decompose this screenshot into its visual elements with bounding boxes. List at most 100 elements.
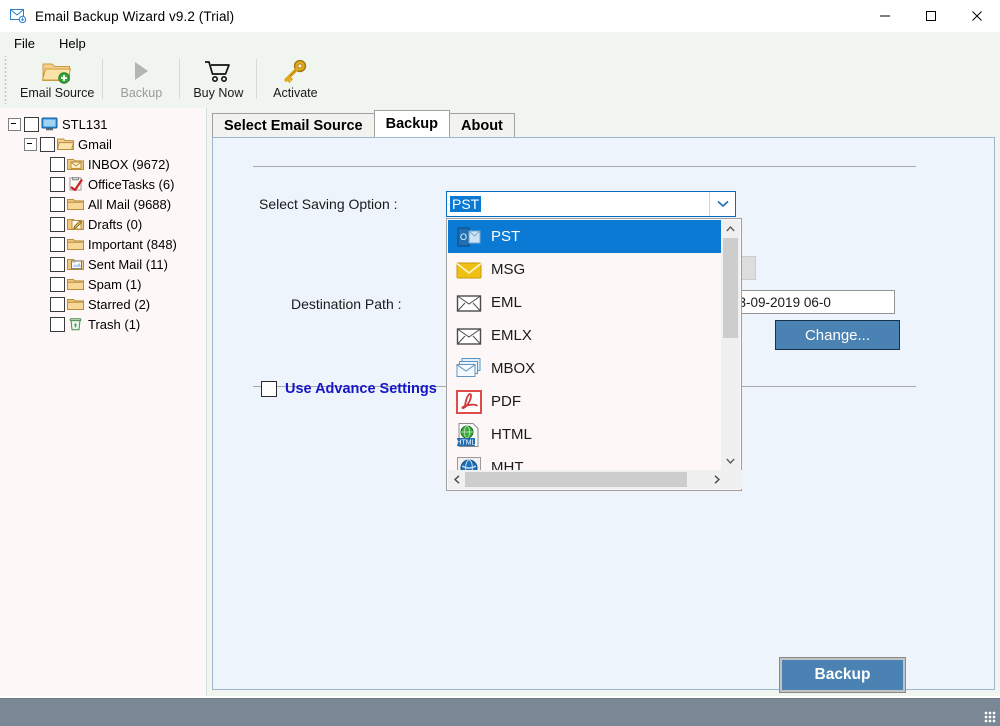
tree-item-label: Important (848) <box>88 237 177 252</box>
tree-item-important[interactable]: Important (848) <box>6 234 206 254</box>
tree-item-label: Sent Mail (11) <box>88 257 168 272</box>
tree-item-label: Drafts (0) <box>88 217 142 232</box>
dropdown-item-mht[interactable]: MHT <box>448 451 722 470</box>
open-folder-icon <box>57 137 74 151</box>
resize-grip-icon[interactable] <box>984 711 996 723</box>
dropdown-item-pst[interactable]: O PST <box>448 220 722 253</box>
toolbar-buy-now-label: Buy Now <box>193 86 243 100</box>
dropdown-item-msg[interactable]: MSG <box>448 253 722 286</box>
scrollbar-thumb-horizontal[interactable] <box>465 472 687 487</box>
tree-item-label: Starred (2) <box>88 297 150 312</box>
mht-globe-icon <box>456 455 482 471</box>
dropdown-item-mbox[interactable]: MBOX <box>448 352 722 385</box>
tree-item-inbox[interactable]: INBOX (9672) <box>6 154 206 174</box>
tree-checkbox[interactable] <box>50 277 65 292</box>
use-advance-settings-row[interactable]: Use Advance Settings <box>261 381 437 397</box>
toolbar-backup[interactable]: Backup <box>103 54 179 106</box>
minimize-button[interactable] <box>862 0 908 32</box>
scroll-down-icon[interactable] <box>721 452 740 470</box>
pst-outlook-icon: O <box>456 224 482 250</box>
menu-help[interactable]: Help <box>49 34 96 53</box>
dropdown-item-pdf[interactable]: PDF <box>448 385 722 418</box>
shopping-cart-icon <box>204 58 232 84</box>
toolbar-backup-label: Backup <box>120 86 162 100</box>
tree-checkbox[interactable] <box>50 257 65 272</box>
scroll-right-icon[interactable] <box>708 470 725 489</box>
maximize-button[interactable] <box>908 0 954 32</box>
tree-item-all-mail[interactable]: All Mail (9688) <box>6 194 206 214</box>
tree-checkbox[interactable] <box>50 237 65 252</box>
toolbar-email-source-label: Email Source <box>20 86 94 100</box>
tree-item-label: OfficeTasks (6) <box>88 177 174 192</box>
dropdown-item-label: EML <box>491 294 522 311</box>
dropdown-item-emlx[interactable]: EMLX <box>448 319 722 352</box>
content-area: Select Email Source Backup About Select … <box>207 108 1000 696</box>
tree-item-trash[interactable]: Trash (1) <box>6 314 206 334</box>
tree-item-label: Trash (1) <box>88 317 140 332</box>
use-advance-settings-checkbox[interactable] <box>261 381 277 397</box>
tree-item-sent-mail[interactable]: Sent Mail (11) <box>6 254 206 274</box>
change-destination-button[interactable]: Change... <box>775 320 900 350</box>
backup-settings-panel: Select Saving Option : PST Destination P… <box>212 137 995 690</box>
tree-item-label: STL131 <box>62 117 108 132</box>
html-globe-icon: HTML <box>456 422 482 448</box>
tree-checkbox[interactable] <box>50 157 65 172</box>
tree-item-label: Gmail <box>78 137 112 152</box>
title-bar-left: Email Backup Wizard v9.2 (Trial) <box>10 0 234 32</box>
tree-checkbox[interactable] <box>50 297 65 312</box>
tree-item-stl131[interactable]: STL131 <box>6 114 206 134</box>
tab-backup[interactable]: Backup <box>374 110 450 137</box>
key-icon <box>282 58 308 84</box>
tree-checkbox[interactable] <box>50 197 65 212</box>
folder-add-icon <box>42 58 72 84</box>
toolbar-activate[interactable]: Activate <box>257 54 333 106</box>
backup-button[interactable]: Backup <box>780 658 905 692</box>
dropdown-items: O PST <box>448 220 722 470</box>
dropdown-item-eml[interactable]: EML <box>448 286 722 319</box>
scroll-left-icon[interactable] <box>448 470 465 489</box>
tab-select-email-source[interactable]: Select Email Source <box>212 113 375 137</box>
saving-option-value: PST <box>450 196 481 212</box>
scrollbar-thumb-vertical[interactable] <box>723 238 738 338</box>
status-bar <box>0 698 1000 726</box>
tree-checkbox[interactable] <box>24 117 39 132</box>
folder-icon <box>67 277 84 291</box>
saving-option-combobox[interactable]: PST <box>446 191 736 217</box>
close-button[interactable] <box>954 0 1000 32</box>
tree-item-starred[interactable]: Starred (2) <box>6 294 206 314</box>
collapse-expander-icon[interactable] <box>24 138 37 151</box>
tree-item-gmail[interactable]: Gmail <box>6 134 206 154</box>
tab-about[interactable]: About <box>449 113 515 137</box>
tab-bar: Select Email Source Backup About <box>212 111 514 137</box>
folder-tree: STL131 Gmail <box>0 108 206 334</box>
tree-checkbox[interactable] <box>50 177 65 192</box>
dropdown-item-html[interactable]: HTML HTML <box>448 418 722 451</box>
eml-envelope-icon <box>456 290 482 316</box>
tree-checkbox[interactable] <box>40 137 55 152</box>
dropdown-vertical-scrollbar[interactable] <box>721 220 740 470</box>
window-controls <box>862 0 1000 32</box>
collapse-expander-icon[interactable] <box>8 118 21 131</box>
tree-item-drafts[interactable]: Drafts (0) <box>6 214 206 234</box>
destination-path-label: Destination Path : <box>291 296 402 312</box>
tree-item-label: Spam (1) <box>88 277 141 292</box>
saving-option-dropdown-list: O PST <box>446 218 742 491</box>
toolbar-email-source[interactable]: Email Source <box>12 54 102 106</box>
tree-checkbox[interactable] <box>50 317 65 332</box>
tree-item-officetasks[interactable]: OfficeTasks (6) <box>6 174 206 194</box>
chevron-down-icon[interactable] <box>709 192 735 216</box>
scroll-up-icon[interactable] <box>721 220 740 238</box>
trash-icon <box>67 317 84 331</box>
toolbar-grip[interactable] <box>2 56 10 104</box>
toolbar-buy-now[interactable]: Buy Now <box>180 54 256 106</box>
menu-file[interactable]: File <box>4 34 45 53</box>
dropdown-item-label: EMLX <box>491 327 532 344</box>
tree-checkbox[interactable] <box>50 217 65 232</box>
group-separator-top <box>253 166 916 167</box>
toolbar-activate-label: Activate <box>273 86 317 100</box>
destination-path-input[interactable]: ...zard_23-09-2019 06-0 <box>720 290 895 314</box>
dropdown-horizontal-scrollbar[interactable] <box>448 470 742 489</box>
dropdown-item-label: PST <box>491 228 520 245</box>
tree-item-spam[interactable]: Spam (1) <box>6 274 206 294</box>
dropdown-item-label: MBOX <box>491 360 535 377</box>
